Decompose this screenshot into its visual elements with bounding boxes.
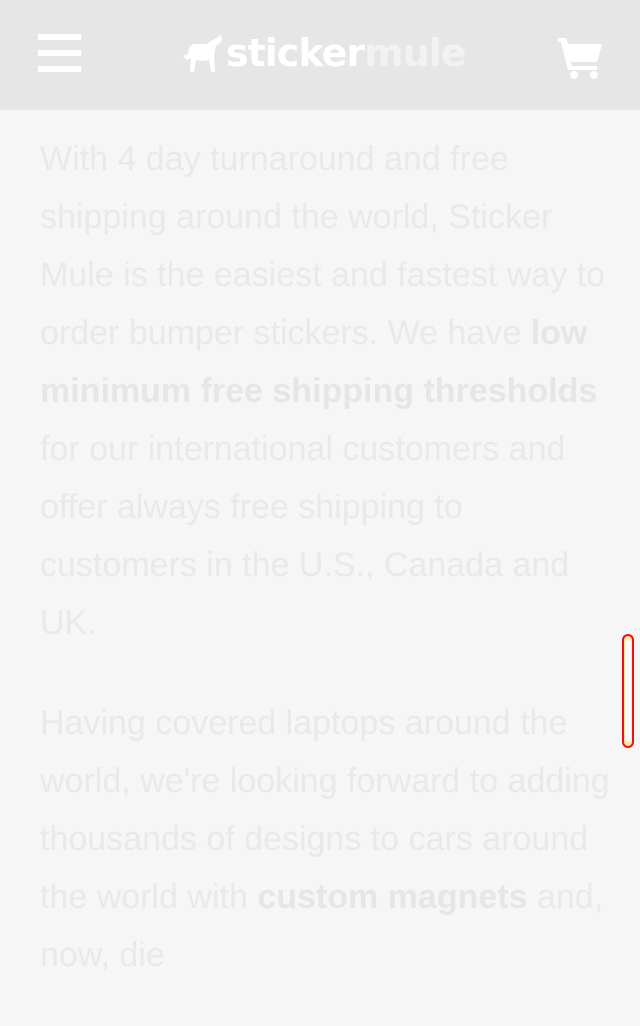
mule-icon	[183, 34, 222, 72]
main-content: With 4 day turnaround and free shipping …	[40, 130, 610, 1026]
paragraph-shipping: With 4 day turnaround and free shipping …	[40, 140, 606, 642]
top-navigation-bar: stickermule	[0, 0, 640, 110]
sticker-mule-logo[interactable]: stickermule	[180, 28, 467, 78]
logo-wordmark: stickermule	[226, 31, 467, 75]
paragraph-laptops: Having covered laptops around the world,…	[40, 704, 610, 974]
scrollbar-thumb[interactable]	[622, 634, 634, 748]
hamburger-menu-icon[interactable]	[38, 34, 82, 74]
link-custom-magnets[interactable]: custom magnets	[257, 878, 527, 916]
shopping-cart-icon[interactable]	[556, 36, 604, 80]
